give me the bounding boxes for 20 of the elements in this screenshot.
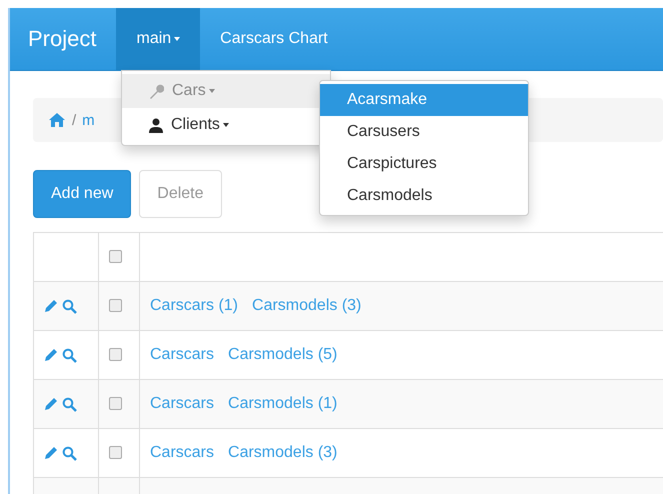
- nav-item[interactable]: main: [116, 8, 200, 70]
- submenu-item[interactable]: Carspictures: [320, 148, 528, 180]
- menu-item[interactable]: Cars: [122, 74, 330, 108]
- submenu-item[interactable]: Acarsmake: [320, 84, 528, 116]
- breadcrumb-separator: /: [72, 112, 76, 128]
- record-link[interactable]: Carsmodels (1): [228, 395, 338, 412]
- submenu-item[interactable]: Carsmodels: [320, 180, 528, 212]
- record-link[interactable]: Carsmodels (3): [252, 297, 362, 314]
- record-link[interactable]: Carscars: [150, 395, 214, 412]
- record-link[interactable]: Carsmodels (3): [228, 444, 338, 461]
- record-link[interactable]: Carscars: [150, 444, 214, 461]
- submenu-item[interactable]: Carsusers: [320, 116, 528, 148]
- nav-item[interactable]: Carscars Chart: [200, 8, 348, 70]
- delete-button[interactable]: Delete: [139, 170, 222, 218]
- record-link[interactable]: Carscars (1): [150, 297, 238, 314]
- add-button[interactable]: Add new: [33, 170, 132, 218]
- record-link[interactable]: Carsmodels (5): [228, 346, 338, 363]
- breadcrumb-link[interactable]: m: [82, 112, 95, 128]
- brand-title[interactable]: Project: [10, 8, 116, 70]
- record-link[interactable]: Carscars: [150, 346, 214, 363]
